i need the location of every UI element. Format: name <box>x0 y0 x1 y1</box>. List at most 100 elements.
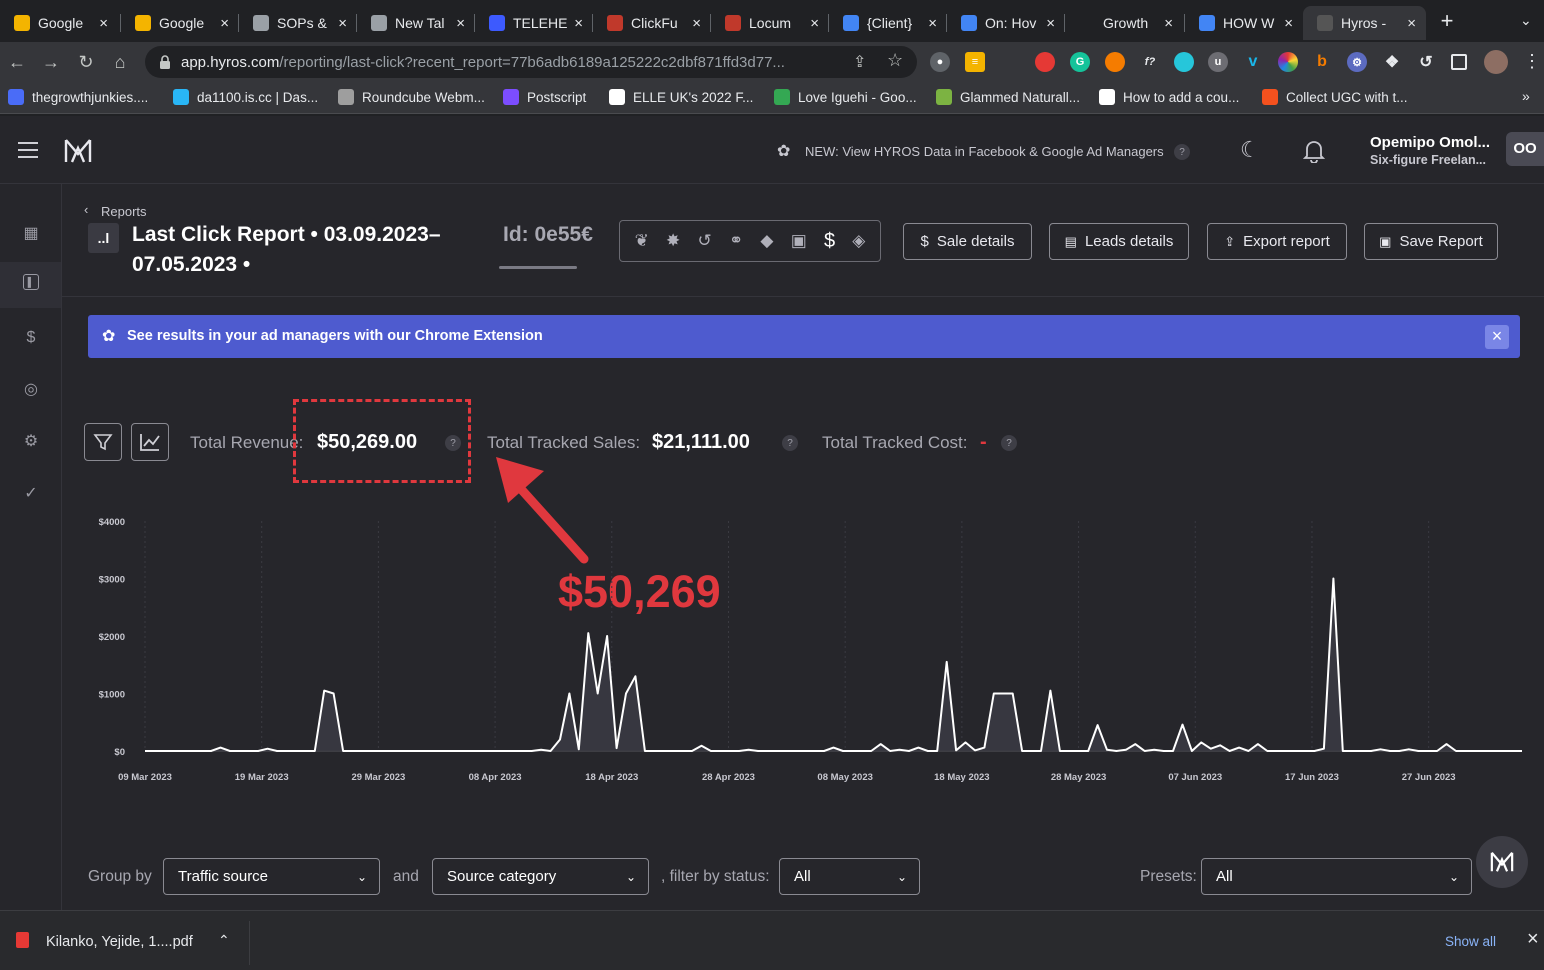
bookmark-item[interactable]: Glammed Naturall... <box>936 89 1080 105</box>
tab-11[interactable]: HOW W × <box>1185 6 1303 40</box>
notes-extension-icon[interactable]: ≡ <box>965 52 985 72</box>
back-arrow-icon[interactable]: ← <box>5 50 29 74</box>
chrome-menu-icon[interactable]: ⋮ <box>1523 51 1541 71</box>
announcement-text[interactable]: NEW: View HYROS Data in Facebook & Googl… <box>805 144 1164 159</box>
dashboard-grid-icon[interactable]: ▦ <box>19 222 43 246</box>
color-wheel-extension-icon[interactable] <box>1278 52 1298 72</box>
group-by-select[interactable]: Traffic source ⌄ <box>163 858 380 895</box>
source-category-select[interactable]: Source category ⌄ <box>432 858 649 895</box>
tracking-target-icon[interactable]: ◎ <box>19 378 43 402</box>
tab-2[interactable]: Google × <box>121 6 239 40</box>
tab-7[interactable]: Locum × <box>711 6 829 40</box>
save-report-button[interactable]: ▣ Save Report <box>1364 223 1498 260</box>
presets-select[interactable]: All ⌄ <box>1201 858 1472 895</box>
breadcrumb-back-chevron-icon[interactable]: ‹ <box>84 202 88 217</box>
tab-6[interactable]: ClickFu × <box>593 6 711 40</box>
download-chevron-up-icon[interactable]: ⌃ <box>218 932 230 949</box>
tab-8[interactable]: {Client} × <box>829 6 947 40</box>
tab-9[interactable]: On: Hov × <box>947 6 1065 40</box>
shield-extension-icon[interactable]: ● <box>930 52 950 72</box>
ublock-extension-icon[interactable]: u <box>1208 52 1228 72</box>
tab-5[interactable]: TELEHE × <box>475 6 593 40</box>
tab-close-icon[interactable]: × <box>1284 15 1293 32</box>
tab-close-icon[interactable]: × <box>99 15 108 32</box>
banner-close-icon[interactable]: × <box>1485 325 1509 349</box>
filter-funnel-button[interactable] <box>84 423 122 461</box>
tab-search-chevron-icon[interactable]: ⌄ <box>1520 12 1540 32</box>
home-icon[interactable]: ⌂ <box>108 50 132 74</box>
announcement-help-icon[interactable]: ? <box>1174 144 1190 160</box>
tag-icon[interactable]: ◆ <box>760 231 773 251</box>
bookmark-item[interactable]: Love Iguehi - Goo... <box>774 89 917 105</box>
refund-icon[interactable]: ↺ <box>698 231 712 251</box>
more-bookmarks-chevron-icon[interactable]: » <box>1522 88 1530 104</box>
price-tag-icon[interactable]: ◈ <box>852 231 865 251</box>
close-download-bar-icon[interactable]: × <box>1527 928 1539 951</box>
bookmark-star-icon[interactable]: ☆ <box>887 50 903 71</box>
vimeo-extension-icon[interactable]: v <box>1243 52 1263 72</box>
tab-12[interactable]: Hyros - × <box>1303 6 1426 40</box>
tab-close-icon[interactable]: × <box>338 15 347 32</box>
user-avatar[interactable]: OO <box>1506 132 1544 166</box>
gear-extension-icon[interactable]: ⚙ <box>1347 52 1367 72</box>
dark-mode-moon-icon[interactable]: ☾ <box>1240 137 1260 163</box>
reports-chart-icon[interactable]: ▌ <box>23 274 39 290</box>
sales-dollar-icon[interactable]: $ <box>19 326 43 350</box>
tab-close-icon[interactable]: × <box>1046 15 1055 32</box>
bing-extension-icon[interactable]: b <box>1312 52 1332 72</box>
status-select[interactable]: All ⌄ <box>779 858 920 895</box>
tab-1[interactable]: Google × <box>0 6 118 40</box>
banner-text[interactable]: See results in your ad managers with our… <box>127 328 543 344</box>
pokeball-extension-icon[interactable] <box>1035 52 1055 72</box>
chart-toggle-button[interactable] <box>131 423 169 461</box>
leads-details-button[interactable]: ▤ Leads details <box>1049 223 1189 260</box>
puzzle-extensions-icon[interactable]: ❖ <box>1382 52 1402 72</box>
tab-4[interactable]: New Tal × <box>357 6 475 40</box>
tracked-sales-help-icon[interactable]: ? <box>782 435 798 451</box>
settings-gear-icon[interactable]: ⚙ <box>19 430 43 454</box>
bookmark-item[interactable]: How to add a cou... <box>1099 89 1239 105</box>
link-icon[interactable]: ⚭ <box>729 231 743 251</box>
tab-10[interactable]: Growth × <box>1065 6 1183 40</box>
side-panel-icon[interactable] <box>1451 54 1467 70</box>
sale-details-button[interactable]: $ Sale details <box>903 223 1032 260</box>
bookmark-item[interactable]: ELLE UK's 2022 F... <box>609 89 753 105</box>
show-all-downloads-link[interactable]: Show all <box>1445 934 1496 949</box>
download-file-name[interactable]: Kilanko, Yejide, 1....pdf <box>46 934 193 950</box>
tab-3[interactable]: SOPs & × <box>239 6 357 40</box>
notification-bell-icon[interactable] <box>1303 139 1325 163</box>
bookmark-item[interactable]: Roundcube Webm... <box>338 89 485 105</box>
share-icon[interactable]: ⇪ <box>853 52 866 72</box>
address-bar[interactable]: app.hyros.com/reporting/last-click?recen… <box>145 46 917 78</box>
reload-icon[interactable]: ↻ <box>74 50 98 74</box>
tab-close-icon[interactable]: × <box>220 15 229 32</box>
calendar-icon[interactable]: ▣ <box>791 231 807 251</box>
tab-close-icon[interactable]: × <box>692 15 701 32</box>
bookmark-item[interactable]: thegrowthjunkies.... <box>8 89 148 105</box>
tab-close-icon[interactable]: × <box>1164 15 1173 32</box>
profile-avatar-icon[interactable] <box>1484 50 1508 74</box>
breadcrumb-reports-link[interactable]: Reports <box>101 204 147 219</box>
tab-close-icon[interactable]: × <box>928 15 937 32</box>
tab-close-icon[interactable]: × <box>456 15 465 32</box>
report-id[interactable]: Id: 0e55€ <box>503 223 593 247</box>
circle-extension-icon[interactable] <box>1174 52 1194 72</box>
checklist-check-icon[interactable]: ✓ <box>19 482 43 506</box>
tab-close-icon[interactable]: × <box>574 15 583 32</box>
hyros-chat-launcher-button[interactable] <box>1476 836 1528 888</box>
sync-icon[interactable]: ↺ <box>1416 52 1436 72</box>
forward-arrow-icon[interactable]: → <box>39 50 63 74</box>
leaf-icon[interactable]: ❦ <box>635 231 649 251</box>
hamburger-menu-icon[interactable] <box>18 142 38 158</box>
bookmark-item[interactable]: Postscript <box>503 89 586 105</box>
user-name[interactable]: Opemipo Omol... <box>1370 134 1490 151</box>
new-tab-button[interactable]: + <box>1436 10 1458 32</box>
tracked-cost-help-icon[interactable]: ? <box>1001 435 1017 451</box>
tab-close-icon[interactable]: × <box>810 15 819 32</box>
flame-extension-icon[interactable] <box>1105 52 1125 72</box>
bookmark-item[interactable]: Collect UGC with t... <box>1262 89 1408 105</box>
dollar-icon[interactable]: $ <box>824 230 835 253</box>
formula-extension-icon[interactable]: f? <box>1140 52 1160 72</box>
grammarly-extension-icon[interactable]: G <box>1070 52 1090 72</box>
tab-close-icon[interactable]: × <box>1407 15 1416 32</box>
